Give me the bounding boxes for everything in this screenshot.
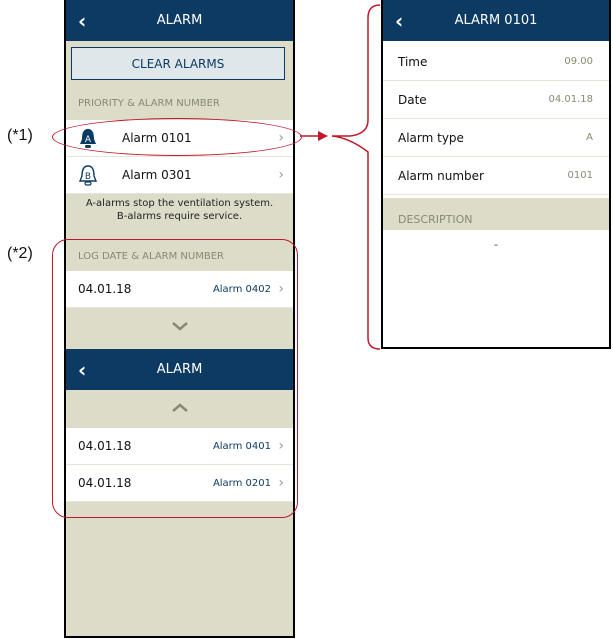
callout-lines <box>300 4 381 350</box>
